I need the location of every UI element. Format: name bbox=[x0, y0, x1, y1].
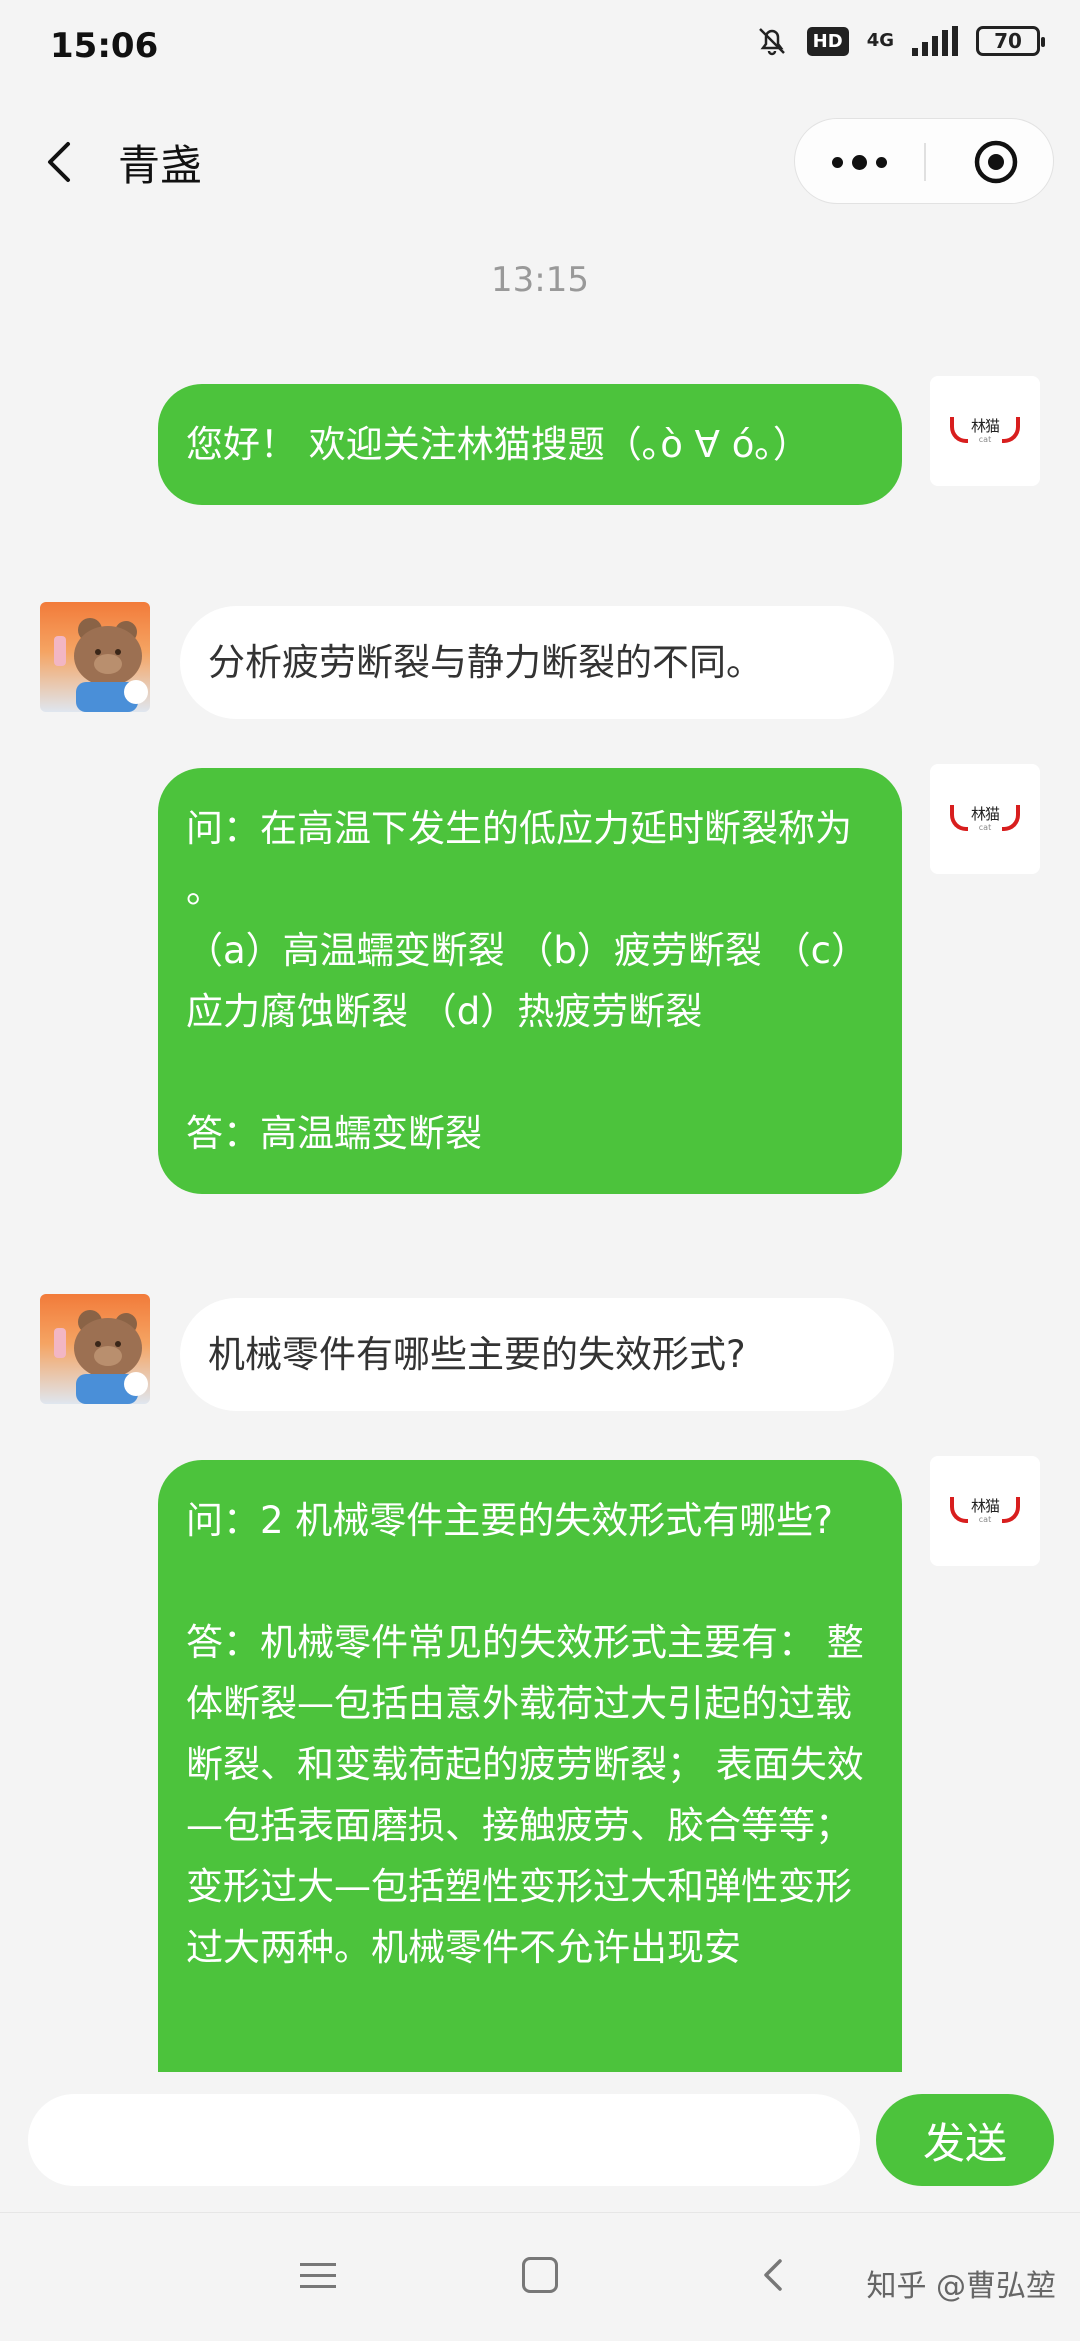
user-message-bubble: 机械零件有哪些主要的失效形式? bbox=[180, 1298, 894, 1411]
mini-program-capsule bbox=[794, 118, 1054, 204]
linmao-logo-icon: 林猫 cat bbox=[950, 411, 1020, 451]
bot-message-bubble: 您好！ 欢迎关注林猫搜题（｡ò ∀ ó｡） bbox=[158, 384, 902, 505]
hd-badge: HD bbox=[806, 26, 849, 56]
linmao-logo-icon: 林猫 cat bbox=[950, 1491, 1020, 1531]
watermark-text: 知乎 @曹弘堃 bbox=[866, 2269, 1056, 2304]
close-target-icon[interactable] bbox=[973, 139, 1019, 185]
home-icon[interactable] bbox=[522, 2257, 558, 2293]
battery-level: 70 bbox=[994, 29, 1022, 53]
input-bar: 发送 bbox=[0, 2072, 1080, 2212]
bot-message-bubble: 问：2 机械零件主要的失效形式有哪些? 答：机械零件常见的失效形式主要有： 整体… bbox=[158, 1460, 902, 2072]
message-timestamp: 13:15 bbox=[491, 260, 589, 300]
message-input[interactable] bbox=[28, 2094, 860, 2186]
status-icons: HD 4G 70 bbox=[755, 24, 1045, 58]
user-avatar[interactable] bbox=[40, 602, 150, 712]
send-button[interactable]: 发送 bbox=[876, 2094, 1054, 2186]
user-message-bubble: 分析疲劳断裂与静力断裂的不同。 bbox=[180, 606, 894, 719]
more-menu-icon[interactable] bbox=[795, 119, 923, 205]
battery-icon: 70 bbox=[976, 26, 1045, 56]
system-nav-bar: 知乎 @曹弘堃 bbox=[0, 2212, 1080, 2341]
signal-icon bbox=[912, 26, 958, 56]
bear-avatar-icon bbox=[54, 618, 148, 712]
nav-header: 青盏 bbox=[0, 96, 1080, 226]
chat-area[interactable]: 13:15 您好！ 欢迎关注林猫搜题（｡ò ∀ ó｡） 林猫 cat 分析疲劳断… bbox=[0, 226, 1080, 2072]
bot-message-bubble: 问：在高温下发生的低应力延时断裂称为 。 （a）高温蠕变断裂 （b）疲劳断裂 （… bbox=[158, 768, 902, 1194]
bot-avatar[interactable]: 林猫 cat bbox=[930, 1456, 1040, 1566]
page-title: 青盏 bbox=[118, 141, 203, 190]
system-back-icon[interactable] bbox=[754, 2255, 794, 2295]
capsule-divider bbox=[924, 143, 926, 181]
status-bar: 15:06 HD 4G 70 bbox=[0, 0, 1080, 96]
bear-avatar-icon bbox=[54, 1310, 148, 1404]
bell-muted-icon bbox=[758, 28, 785, 56]
bot-avatar[interactable]: 林猫 cat bbox=[930, 376, 1040, 486]
user-avatar[interactable] bbox=[40, 1294, 150, 1404]
bot-avatar[interactable]: 林猫 cat bbox=[930, 764, 1040, 874]
back-arrow-icon[interactable] bbox=[36, 134, 86, 190]
recent-apps-icon[interactable] bbox=[300, 2257, 336, 2293]
status-time: 15:06 bbox=[50, 26, 159, 66]
network-type: 4G bbox=[866, 30, 894, 51]
linmao-logo-icon: 林猫 cat bbox=[950, 799, 1020, 839]
